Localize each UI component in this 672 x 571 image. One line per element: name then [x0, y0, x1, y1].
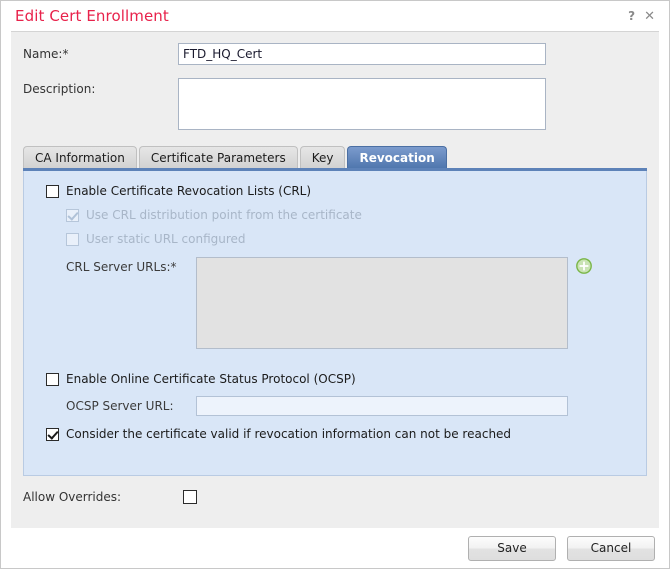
ocsp-server-url-input[interactable]: [196, 396, 568, 416]
name-label: Name:*: [23, 47, 69, 61]
ocsp-server-url-row: OCSP Server URL:: [24, 396, 646, 416]
edit-cert-enrollment-dialog: Edit Cert Enrollment ? ✕ Name:* Descript…: [0, 0, 670, 569]
dialog-title: Edit Cert Enrollment: [15, 6, 169, 25]
description-textarea[interactable]: [178, 78, 546, 130]
help-icon[interactable]: ?: [628, 10, 635, 22]
description-field-row: Description:: [11, 65, 659, 130]
tab-key[interactable]: Key: [299, 146, 346, 168]
consider-valid-row[interactable]: Consider the certificate valid if revoca…: [24, 424, 646, 444]
consider-valid-checkbox[interactable]: [46, 427, 59, 441]
use-crl-distribution-point-checkbox: [66, 208, 79, 222]
titlebar-actions: ? ✕: [628, 10, 655, 23]
add-icon[interactable]: [576, 257, 592, 274]
user-static-url-label: User static URL configured: [86, 232, 246, 246]
revocation-tab-panel: Enable Certificate Revocation Lists (CRL…: [23, 171, 647, 476]
description-label: Description:: [23, 82, 96, 96]
use-crl-distribution-point-row: Use CRL distribution point from the cert…: [24, 205, 646, 225]
crl-server-urls-label: CRL Server URLs:*: [66, 260, 177, 274]
enable-crl-label: Enable Certificate Revocation Lists (CRL…: [66, 184, 312, 198]
name-input[interactable]: [178, 43, 546, 65]
save-button[interactable]: Save: [468, 535, 556, 561]
user-static-url-row: User static URL configured: [24, 229, 646, 249]
close-icon[interactable]: ✕: [644, 10, 655, 23]
tabstrip: CA Information Certificate Parameters Ke…: [23, 144, 659, 168]
crl-server-urls-textarea: [196, 257, 568, 349]
tab-ca-information[interactable]: CA Information: [23, 146, 137, 168]
ocsp-server-url-label: OCSP Server URL:: [66, 399, 174, 413]
user-static-url-checkbox: [66, 232, 79, 246]
dialog-footer: Save Cancel: [1, 528, 669, 568]
allow-overrides-checkbox[interactable]: [183, 490, 197, 504]
dialog-body: Name:* Description: CA Information Certi…: [11, 31, 659, 528]
crl-server-urls-block: CRL Server URLs:*: [24, 257, 646, 349]
cancel-button[interactable]: Cancel: [567, 535, 655, 561]
consider-valid-label: Consider the certificate valid if revoca…: [66, 427, 512, 441]
name-field-row: Name:*: [11, 32, 659, 65]
tab-certificate-parameters[interactable]: Certificate Parameters: [138, 146, 298, 168]
dialog-titlebar: Edit Cert Enrollment ? ✕: [1, 1, 669, 31]
enable-ocsp-checkbox[interactable]: [46, 372, 59, 386]
enable-crl-checkbox[interactable]: [46, 184, 59, 198]
use-crl-distribution-point-label: Use CRL distribution point from the cert…: [86, 208, 362, 222]
allow-overrides-row: Allow Overrides:: [11, 490, 659, 504]
enable-crl-row[interactable]: Enable Certificate Revocation Lists (CRL…: [24, 181, 646, 201]
enable-ocsp-row[interactable]: Enable Online Certificate Status Protoco…: [24, 369, 646, 389]
tab-revocation[interactable]: Revocation: [347, 146, 447, 168]
enable-ocsp-label: Enable Online Certificate Status Protoco…: [66, 372, 356, 386]
allow-overrides-label: Allow Overrides:: [23, 490, 122, 504]
